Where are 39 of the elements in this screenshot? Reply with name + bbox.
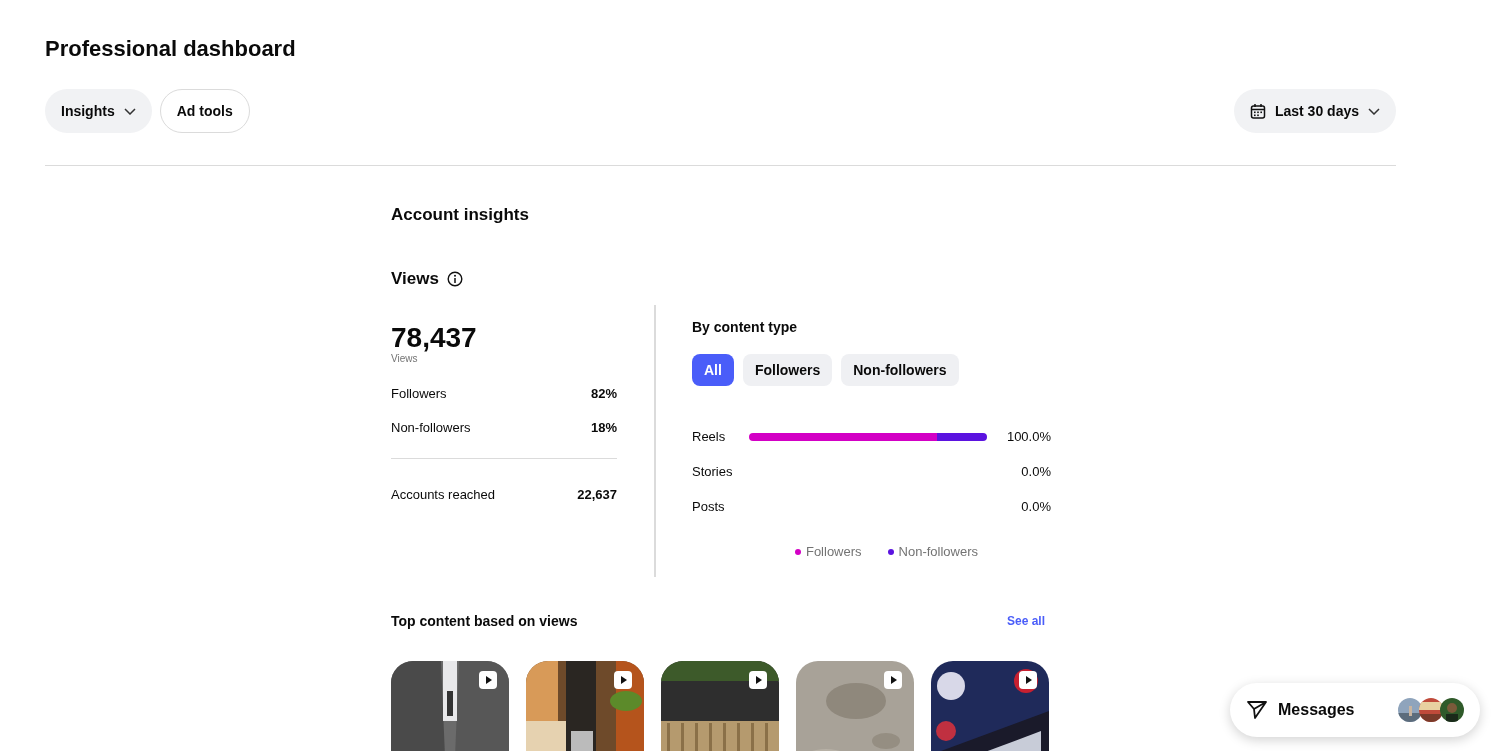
section-title: Top content based on views [391, 613, 578, 629]
dropdown-button[interactable]: Insights [45, 89, 152, 133]
content-type-label: Stories [692, 464, 734, 479]
filter-chip[interactable]: All [692, 354, 734, 386]
breakdown-value: 82% [590, 386, 617, 403]
content-type-label: Posts [692, 499, 726, 514]
breakdown-label: Followers [391, 386, 447, 403]
play-icon [884, 671, 902, 689]
breakdown-value: 18% [590, 420, 617, 437]
date-range-dropdown[interactable]: Last 30 days [1233, 89, 1396, 133]
send-icon [1246, 699, 1268, 721]
play-icon [749, 671, 767, 689]
legend-label: Followers [805, 544, 862, 559]
info-icon [446, 271, 463, 287]
chevron-icon [123, 107, 136, 115]
section-title: Account insights [391, 205, 530, 225]
ad-tools-button[interactable]: Ad tools [159, 89, 250, 133]
breakdown-label: Non-followers [391, 420, 471, 437]
messages-button[interactable]: Messages [1230, 683, 1480, 737]
play-icon [1019, 671, 1037, 689]
chart-title: By content type [692, 319, 798, 335]
see-all-link[interactable]: See all [1006, 614, 1051, 628]
views-title: Views [391, 269, 439, 289]
percent-value: 0.0% [1020, 464, 1051, 479]
views-label: Views [391, 353, 419, 364]
legend-label: Non-followers [898, 544, 979, 559]
filter-chip[interactable]: Non-followers [841, 354, 959, 386]
filter-chip[interactable]: Followers [742, 354, 833, 386]
views-total: 78,437 [391, 323, 478, 353]
play-icon [479, 671, 497, 689]
play-icon [614, 671, 632, 689]
chevron-icon [1368, 107, 1380, 115]
metric-value: 22,637 [577, 487, 617, 504]
content-type-label: Reels [692, 429, 727, 444]
percent-value: 100.0% [1005, 429, 1051, 444]
calendar-icon [1249, 103, 1266, 119]
metric-label: Accounts reached [391, 487, 496, 504]
percent-value: 0.0% [1020, 499, 1051, 514]
page-title: Professional dashboard [45, 36, 297, 62]
